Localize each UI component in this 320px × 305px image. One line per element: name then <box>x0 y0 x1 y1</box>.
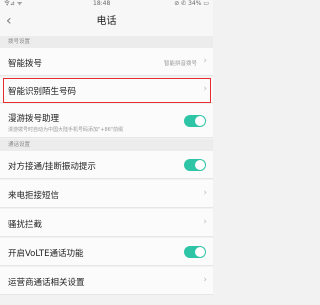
reject-sms-label: 来电拒接短信 <box>8 191 60 201</box>
status-time: 18:48 <box>93 0 111 7</box>
section-header-dialing: 拨号设置 <box>0 36 213 48</box>
volte-row: 开启VoLTE通话功能 <box>0 238 213 266</box>
smart-dial-label: 智能拨号 <box>8 59 43 69</box>
chevron-right-icon: › <box>203 275 207 285</box>
roaming-assistant-label: 漫游拨号助理 <box>8 114 60 124</box>
carrier-settings-row[interactable]: 运营商通话相关设置 › <box>0 267 213 295</box>
signal-icon: 令⊿ ᯤ <box>4 0 23 7</box>
harassment-block-row[interactable]: 骚扰拦截 › <box>0 209 213 237</box>
chevron-right-icon: › <box>203 217 207 227</box>
toggle-knob <box>195 247 205 257</box>
volte-toggle[interactable] <box>184 246 206 258</box>
toggle-knob <box>195 116 205 126</box>
call-vibration-label: 对方接通/挂断振动提示 <box>8 162 96 172</box>
roaming-assistant-row: 漫游拨号助理 漫游拨号时自动为中国大陆手机号码添加"+86"前缀 <box>0 104 213 138</box>
toggle-knob <box>195 160 205 170</box>
smart-dial-value: 智能拼音拨号 <box>163 61 197 67</box>
chevron-right-icon: › <box>203 56 207 66</box>
call-vibration-toggle[interactable] <box>184 159 206 171</box>
carrier-settings-label: 运营商通话相关设置 <box>8 278 85 288</box>
section-header-call: 通话设置 <box>0 139 213 151</box>
status-bar: 令⊿ ᯤ 18:48 ⊘ ✆ 34% ▭ <box>0 0 213 8</box>
navigation-bar: ‹ 电话 <box>0 8 213 36</box>
volte-label: 开启VoLTE通话功能 <box>8 249 84 259</box>
call-vibration-row: 对方接通/挂断振动提示 <box>0 151 213 179</box>
roaming-assistant-toggle[interactable] <box>184 115 206 127</box>
harassment-block-label: 骚扰拦截 <box>8 220 43 230</box>
roaming-assistant-description: 漫游拨号时自动为中国大陆手机号码添加"+86"前缀 <box>8 127 124 133</box>
reject-sms-row[interactable]: 来电拒接短信 › <box>0 180 213 208</box>
chevron-right-icon: › <box>203 188 207 198</box>
smart-dial-row[interactable]: 智能拨号 智能拼音拨号 › <box>0 48 213 76</box>
highlight-box <box>3 78 211 103</box>
page-title: 电话 <box>96 16 117 27</box>
battery-status: ⊘ ✆ 34% ▭ <box>174 0 209 7</box>
